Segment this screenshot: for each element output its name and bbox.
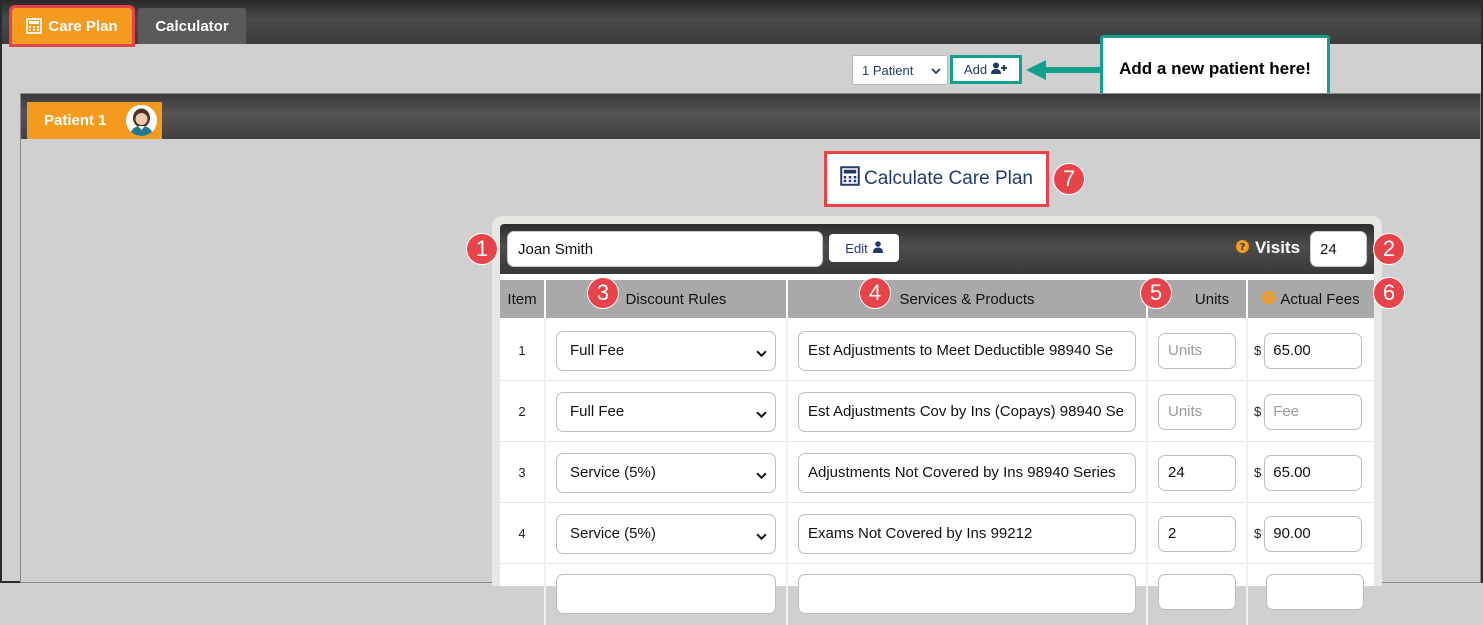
chevron-down-icon [756,346,767,363]
header-discount-rules: Discount Rules [546,280,788,318]
annotation-badge-3: 3 [587,277,619,309]
fee-input[interactable]: 65.00 [1264,454,1363,491]
help-icon[interactable]: ? [1236,238,1249,258]
patient-tab-bar: Patient 1 [21,94,1480,139]
units-input[interactable]: 2 [1158,515,1236,552]
units-input[interactable]: Units [1158,393,1236,430]
item-number: 2 [500,381,546,442]
patient-count-select[interactable]: 1 Patient [852,55,948,85]
svg-text:?: ? [1240,242,1246,253]
table-row: 4 Service (5%) Exams Not Covered by Ins … [500,503,1374,564]
annotation-badge-6: 6 [1373,277,1405,309]
discount-rule-value: Service (5%) [570,525,656,542]
item-number: 4 [500,503,546,564]
tab-calculator[interactable]: Calculator [138,8,246,44]
tab-care-plan[interactable]: Care Plan [9,5,135,47]
discount-rule-select[interactable] [556,574,776,614]
callout-arrow-icon [1026,60,1100,80]
fee-input[interactable] [1266,574,1364,610]
fee-input[interactable]: 90.00 [1264,515,1363,552]
calculator-icon [26,18,43,34]
header-actual-fees: ? Actual Fees [1248,280,1374,318]
visits-label: ? Visits [1236,238,1300,258]
currency-symbol: $ [1254,404,1262,419]
units-input[interactable]: 24 [1158,454,1236,491]
item-number: 1 [500,320,546,381]
units-placeholder: Units [1168,403,1203,420]
annotation-badge-1: 1 [466,233,498,265]
service-input[interactable]: Est Adjustments to Meet Deductible 98940… [798,330,1136,371]
item-number: 3 [500,442,546,503]
discount-rule-select[interactable]: Full Fee [556,330,776,371]
chevron-down-icon [756,468,767,485]
edit-label: Edit [845,240,868,256]
add-patient-button[interactable]: Add [950,55,1022,84]
visits-label-text: Visits [1255,238,1301,257]
currency-symbol: $ [1254,526,1262,541]
discount-rule-select[interactable]: Full Fee [556,391,776,432]
chevron-down-icon [756,407,767,424]
fee-input[interactable]: 65.00 [1264,332,1363,369]
header-actual-fees-label: Actual Fees [1280,290,1360,308]
header-item: Item [500,280,546,318]
table-row: 3 Service (5%) Adjustments Not Covered b… [500,442,1374,503]
service-input[interactable] [798,574,1136,614]
discount-rule-value: Full Fee [570,342,625,359]
annotation-badge-4: 4 [859,277,891,309]
tab-patient-1[interactable]: Patient 1 [27,102,162,139]
table-header: Item Discount Rules Services & Products … [500,280,1374,318]
chevron-down-icon [931,64,941,79]
service-input[interactable]: Exams Not Covered by Ins 99212 [798,513,1136,554]
svg-text:?: ? [1266,293,1272,304]
table-row [500,564,1374,625]
patient-count-value: 1 Patient [862,62,914,78]
discount-rule-value: Service (5%) [570,464,656,481]
header-services-products: Services & Products [788,280,1148,318]
table-row: 2 Full Fee Est Adjustments Cov by Ins (C… [500,381,1374,442]
calculate-care-plan-label: Calculate Care Plan [864,168,1033,189]
item-number [500,564,546,625]
callout-add-patient: Add a new patient here! [1100,35,1330,102]
patient-tab-label: Patient 1 [44,112,107,129]
care-plan-form: Joan Smith Edit ? Visits 24 Item Discoun… [492,216,1382,625]
annotation-badge-5: 5 [1140,277,1172,309]
calculator-icon [840,166,860,192]
fee-input[interactable]: Fee [1264,393,1363,430]
units-input[interactable]: Units [1158,332,1236,369]
form-header: Joan Smith Edit ? Visits 24 [500,224,1374,274]
tab-care-plan-label: Care Plan [48,17,118,35]
units-placeholder: Units [1168,342,1203,359]
discount-rule-select[interactable]: Service (5%) [556,452,776,493]
service-input[interactable]: Est Adjustments Cov by Ins (Copays) 9894… [798,391,1136,432]
avatar [126,105,157,136]
visits-value: 24 [1320,240,1337,258]
annotation-badge-2: 2 [1373,233,1405,265]
help-icon[interactable]: ? [1262,290,1276,308]
tab-calculator-label: Calculator [155,17,229,35]
patient-name-input[interactable]: Joan Smith [507,231,823,267]
edit-patient-button[interactable]: Edit [829,234,899,262]
table-row: 1 Full Fee Est Adjustments to Meet Deduc… [500,320,1374,381]
currency-symbol: $ [1254,343,1262,358]
service-input[interactable]: Adjustments Not Covered by Ins 98940 Ser… [798,452,1136,493]
add-patient-label: Add [963,62,988,77]
annotation-badge-7: 7 [1053,163,1085,195]
calculate-care-plan-button[interactable]: Calculate Care Plan [824,151,1049,207]
add-user-icon [991,62,1008,78]
fee-placeholder: Fee [1273,403,1300,420]
visits-input[interactable]: 24 [1310,231,1367,267]
chevron-down-icon [756,529,767,546]
units-input[interactable] [1158,574,1236,610]
discount-rule-select[interactable]: Service (5%) [556,513,776,554]
user-icon [872,240,883,256]
currency-symbol: $ [1254,465,1262,480]
discount-rule-value: Full Fee [570,403,625,420]
patient-name-value: Joan Smith [518,240,594,258]
callout-text: Add a new patient here! [1119,58,1311,78]
